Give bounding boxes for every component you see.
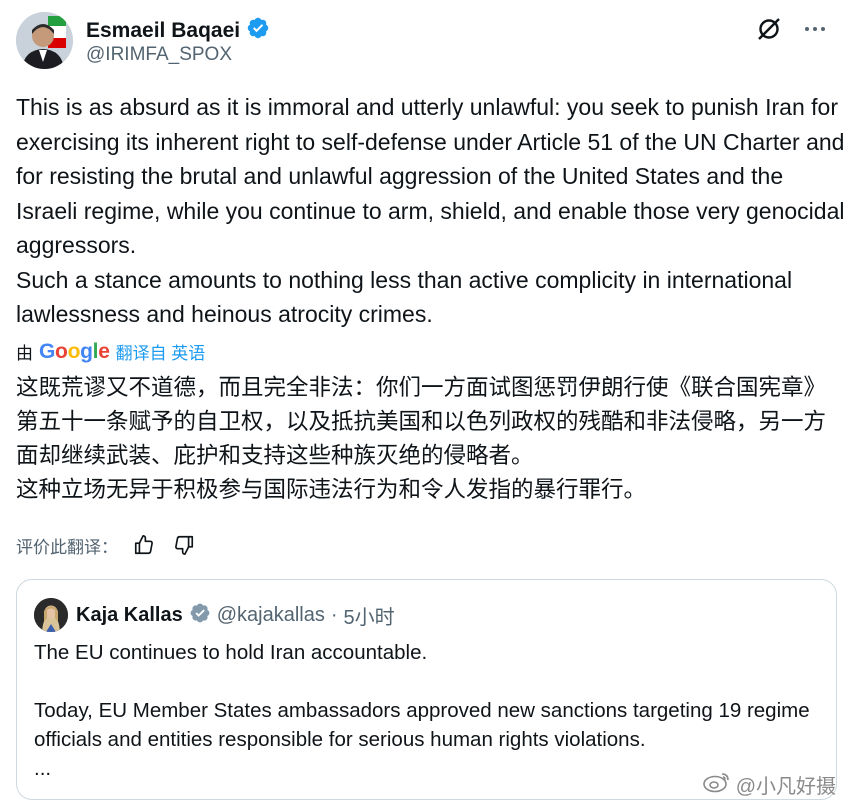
watermark-text: @小凡好摄 <box>735 776 836 798</box>
translated-text: 这既荒谬又不道德，而且完全非法：你们一方面试图惩罚伊朗行使《联合国宪章》第五十一… <box>16 375 827 502</box>
quoted-tweet[interactable]: Kaja Kallas @kajakallas · 5小时 The EU con… <box>16 579 837 800</box>
thumbs-up-icon[interactable] <box>130 531 158 559</box>
tweet-text: This is as absurd as it is immoral and u… <box>16 94 845 327</box>
rate-translation: 评价此翻译： <box>16 531 198 559</box>
quote-author-avatar[interactable] <box>34 598 68 632</box>
quote-timestamp[interactable]: 5小时 <box>344 601 395 630</box>
more-icon[interactable] <box>800 14 830 44</box>
translated-from-link[interactable]: 翻译自 英语 <box>116 339 206 364</box>
author-avatar[interactable] <box>16 12 73 69</box>
dot-separator: · <box>330 603 338 626</box>
translation-attribution: 由 Google 翻译自 英语 <box>16 339 205 364</box>
tweet-header: Esmaeil Baqaei @IRIMFA_SPOX <box>16 12 830 70</box>
author-name[interactable]: Esmaeil Baqaei <box>86 19 240 43</box>
author-handle[interactable]: @IRIMFA_SPOX <box>86 44 232 66</box>
quote-author-name[interactable]: Kaja Kallas <box>76 604 183 627</box>
google-logo: Google <box>39 339 110 363</box>
grok-icon[interactable] <box>754 14 784 44</box>
thumbs-down-icon[interactable] <box>170 531 198 559</box>
weibo-icon <box>702 771 732 799</box>
quote-text: The EU continues to hold Iran accountabl… <box>34 641 810 780</box>
verified-gray-badge-icon <box>189 602 211 629</box>
translated-by-label: 由 <box>16 344 33 363</box>
verified-badge-icon <box>246 16 270 45</box>
rate-translation-label: 评价此翻译： <box>16 537 118 557</box>
watermark: @小凡好摄 <box>702 770 836 799</box>
quote-author-handle[interactable]: @kajakallas <box>217 604 325 627</box>
